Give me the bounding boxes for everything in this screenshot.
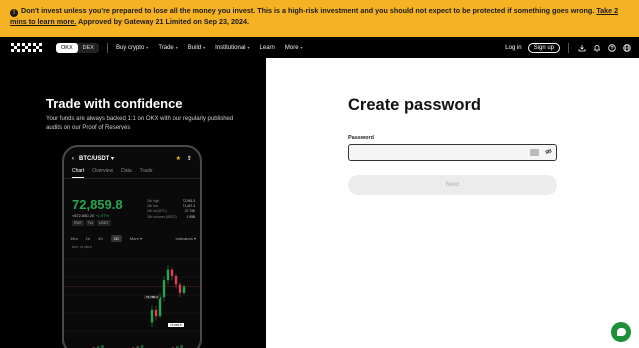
- phone-tab: Data: [121, 168, 132, 174]
- okx-toggle-option[interactable]: OKX: [56, 42, 78, 53]
- candle-body: [150, 309, 154, 323]
- dex-toggle-option[interactable]: DEX: [78, 43, 99, 53]
- candle-body: [174, 275, 178, 285]
- market-stats: 24h high 72,916.3 24h low 71,447.4 24h vol…: [147, 199, 195, 219]
- phone-tab: Overview: [92, 168, 114, 174]
- interval-selector: 15m 1h 4h 1D More ▾ Indicators ▾: [70, 235, 196, 242]
- price-tag-last: 72,859.8: [168, 323, 184, 327]
- next-button[interactable]: Next: [348, 175, 557, 195]
- nav-divider: [106, 42, 108, 53]
- risk-warning-text: Don't invest unless you're prepared to l…: [21, 6, 595, 15]
- top-navigation: OKX DEX Buy crypto ▾ Trade ▾ Build ▾ Instit…: [0, 37, 639, 58]
- tag-badge: USDT: [96, 220, 111, 226]
- candlestick-chart: [64, 258, 200, 348]
- ma-readout: MA7: 72,768.5: [72, 245, 92, 249]
- candle-body: [182, 286, 186, 293]
- candle-body: [158, 297, 162, 317]
- candle-body: [154, 309, 158, 317]
- candle-body: [178, 284, 182, 293]
- back-arrow-icon: ‹: [72, 155, 74, 162]
- tag-badge: RWT: [72, 220, 84, 226]
- keyboard-icon: [530, 149, 539, 156]
- password-label: Password: [348, 135, 374, 141]
- signup-button[interactable]: Sign up: [527, 42, 560, 53]
- nav-build[interactable]: Build ▾: [188, 45, 205, 51]
- chevron-down-icon: ▾: [247, 44, 250, 50]
- promo-subtitle: Your funds are always backed 1:1 on OKX …: [46, 116, 234, 131]
- promo-title: Trade with confidence: [46, 96, 183, 111]
- warning-icon: !: [10, 9, 18, 17]
- promo-panel: Trade with confidence Your funds are alw…: [0, 58, 266, 348]
- okx-logo[interactable]: [11, 43, 43, 52]
- nav-buy-crypto[interactable]: Buy crypto ▾: [116, 45, 148, 51]
- password-field: [348, 144, 557, 161]
- last-price: 72,859.8: [72, 197, 123, 212]
- chevron-down-icon: ▾: [175, 44, 178, 50]
- eye-hidden-icon[interactable]: [545, 148, 552, 157]
- phone-tabs: Chart Overview Data Trade: [64, 162, 200, 179]
- phone-tab: Trade: [139, 168, 153, 174]
- fiat-price: ≈$72,880.20 +1.97%: [72, 213, 110, 218]
- help-icon[interactable]: [607, 43, 616, 52]
- price-tag-high: 72,780.4: [144, 295, 160, 299]
- nav-institutional[interactable]: Institutional ▾: [215, 45, 249, 51]
- candle-body: [170, 269, 174, 276]
- approval-text: Approved by Gateway 21 Limited on Sep 23…: [78, 17, 250, 26]
- nav-divider: [568, 42, 569, 53]
- bell-icon[interactable]: [592, 43, 601, 52]
- phone-tab: Chart: [72, 168, 85, 178]
- chat-support-button[interactable]: [611, 322, 631, 342]
- nav-more[interactable]: More ▾: [285, 45, 303, 51]
- tag-badge: Tkr: [85, 220, 95, 226]
- chat-icon: [616, 328, 626, 336]
- tag-badges: RWT Tkr USDT: [72, 220, 113, 226]
- password-input[interactable]: [353, 147, 523, 158]
- create-password-panel: Create password Password Next: [266, 58, 639, 348]
- login-link[interactable]: Log in: [505, 45, 521, 51]
- star-icon: ★: [175, 156, 181, 162]
- pair-selector: BTC/USDT ▾: [79, 156, 115, 162]
- chevron-down-icon: ▾: [203, 44, 206, 50]
- phone-mockup: ‹ BTC/USDT ▾ ★ ⇪ Chart Overview Data Tra…: [62, 145, 202, 348]
- share-icon: ⇪: [186, 156, 192, 162]
- nav-learn[interactable]: Learn: [260, 45, 275, 51]
- risk-warning-banner: ! Don't invest unless you're prepared to …: [0, 0, 639, 37]
- nav-trade[interactable]: Trade ▾: [158, 45, 177, 51]
- exchange-dex-toggle: OKX DEX: [56, 42, 99, 53]
- candle-body: [162, 280, 166, 298]
- globe-icon[interactable]: [622, 43, 631, 52]
- chevron-down-icon: ▾: [300, 44, 303, 50]
- download-icon[interactable]: [577, 43, 586, 52]
- chevron-down-icon: ▾: [146, 44, 149, 50]
- page-title: Create password: [348, 96, 481, 114]
- candle-body: [166, 269, 170, 281]
